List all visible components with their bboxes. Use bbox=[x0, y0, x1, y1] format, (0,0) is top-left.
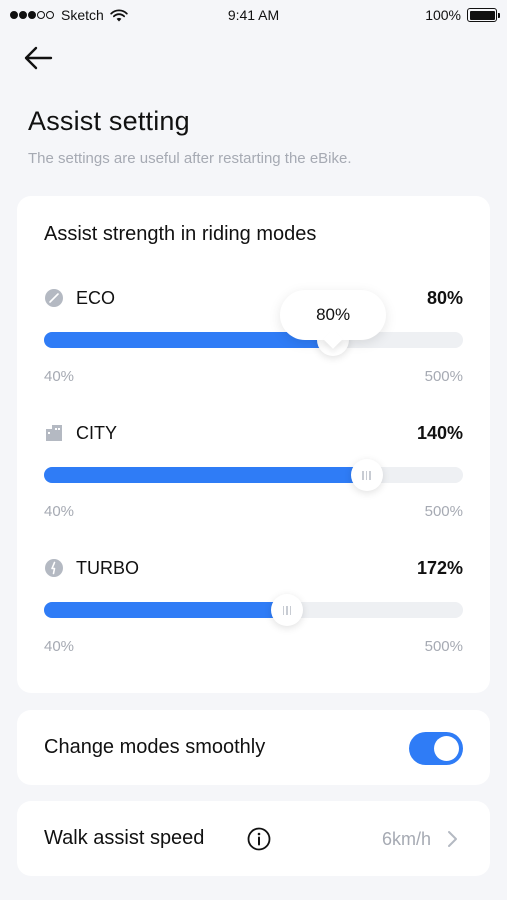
battery-percent: 100% bbox=[425, 7, 461, 23]
grip-icon bbox=[362, 470, 371, 480]
mode-city: CITY 140% 40% 500% bbox=[17, 423, 490, 543]
back-button[interactable] bbox=[20, 42, 56, 74]
range-min-label: 40% bbox=[44, 368, 75, 385]
mode-name: CITY bbox=[76, 423, 118, 443]
walk-assist-value: 6km/h bbox=[381, 829, 431, 849]
eco-value-tooltip: 80% bbox=[280, 290, 387, 340]
page-title: Assist setting bbox=[28, 106, 190, 136]
info-icon[interactable] bbox=[247, 827, 271, 851]
turbo-slider-track[interactable] bbox=[44, 594, 463, 626]
slider-fill bbox=[44, 467, 367, 483]
lightning-icon bbox=[45, 559, 63, 577]
assist-card-heading: Assist strength in riding modes bbox=[44, 223, 317, 245]
eco-slider-track[interactable]: 80% bbox=[44, 290, 463, 356]
city-slider-thumb[interactable] bbox=[350, 459, 383, 491]
arrow-left-icon bbox=[24, 46, 53, 70]
range-min-label: 40% bbox=[44, 503, 75, 520]
range-min-label: 40% bbox=[44, 638, 75, 655]
smooth-modes-card: Change modes smoothly bbox=[17, 710, 490, 785]
mode-name: ECO bbox=[76, 288, 116, 308]
status-bar: Sketch 9:41 AM 100% bbox=[0, 0, 507, 30]
turbo-slider-thumb[interactable] bbox=[271, 594, 304, 626]
assist-strength-card: Assist strength in riding modes ECO 80% … bbox=[17, 196, 490, 693]
mode-value: 140% bbox=[416, 423, 463, 443]
walk-assist-label: Walk assist speed bbox=[44, 827, 205, 849]
slider-fill bbox=[44, 602, 288, 618]
mode-turbo: TURBO 172% 40% 500% bbox=[17, 558, 490, 678]
status-right: 100% bbox=[425, 7, 500, 23]
page-subtitle: The settings are useful after restarting… bbox=[28, 150, 352, 167]
mode-value: 80% bbox=[426, 288, 463, 308]
leaf-icon bbox=[45, 289, 63, 307]
range-max-label: 500% bbox=[424, 503, 463, 520]
chevron-right-icon bbox=[448, 831, 457, 847]
mode-name: TURBO bbox=[76, 558, 139, 578]
battery-icon bbox=[467, 8, 500, 22]
range-max-label: 500% bbox=[424, 638, 463, 655]
mode-eco: ECO 80% 80% 40% 500% bbox=[17, 288, 490, 408]
range-max-label: 500% bbox=[424, 368, 463, 385]
mode-value: 172% bbox=[416, 558, 463, 578]
smooth-modes-label: Change modes smoothly bbox=[44, 736, 266, 758]
building-icon bbox=[46, 425, 62, 441]
city-slider-track[interactable] bbox=[44, 459, 463, 491]
grip-icon bbox=[282, 605, 292, 615]
toggle-knob bbox=[434, 736, 459, 761]
walk-assist-card[interactable]: Walk assist speed 6km/h bbox=[17, 801, 490, 876]
smooth-modes-toggle[interactable] bbox=[409, 732, 463, 765]
